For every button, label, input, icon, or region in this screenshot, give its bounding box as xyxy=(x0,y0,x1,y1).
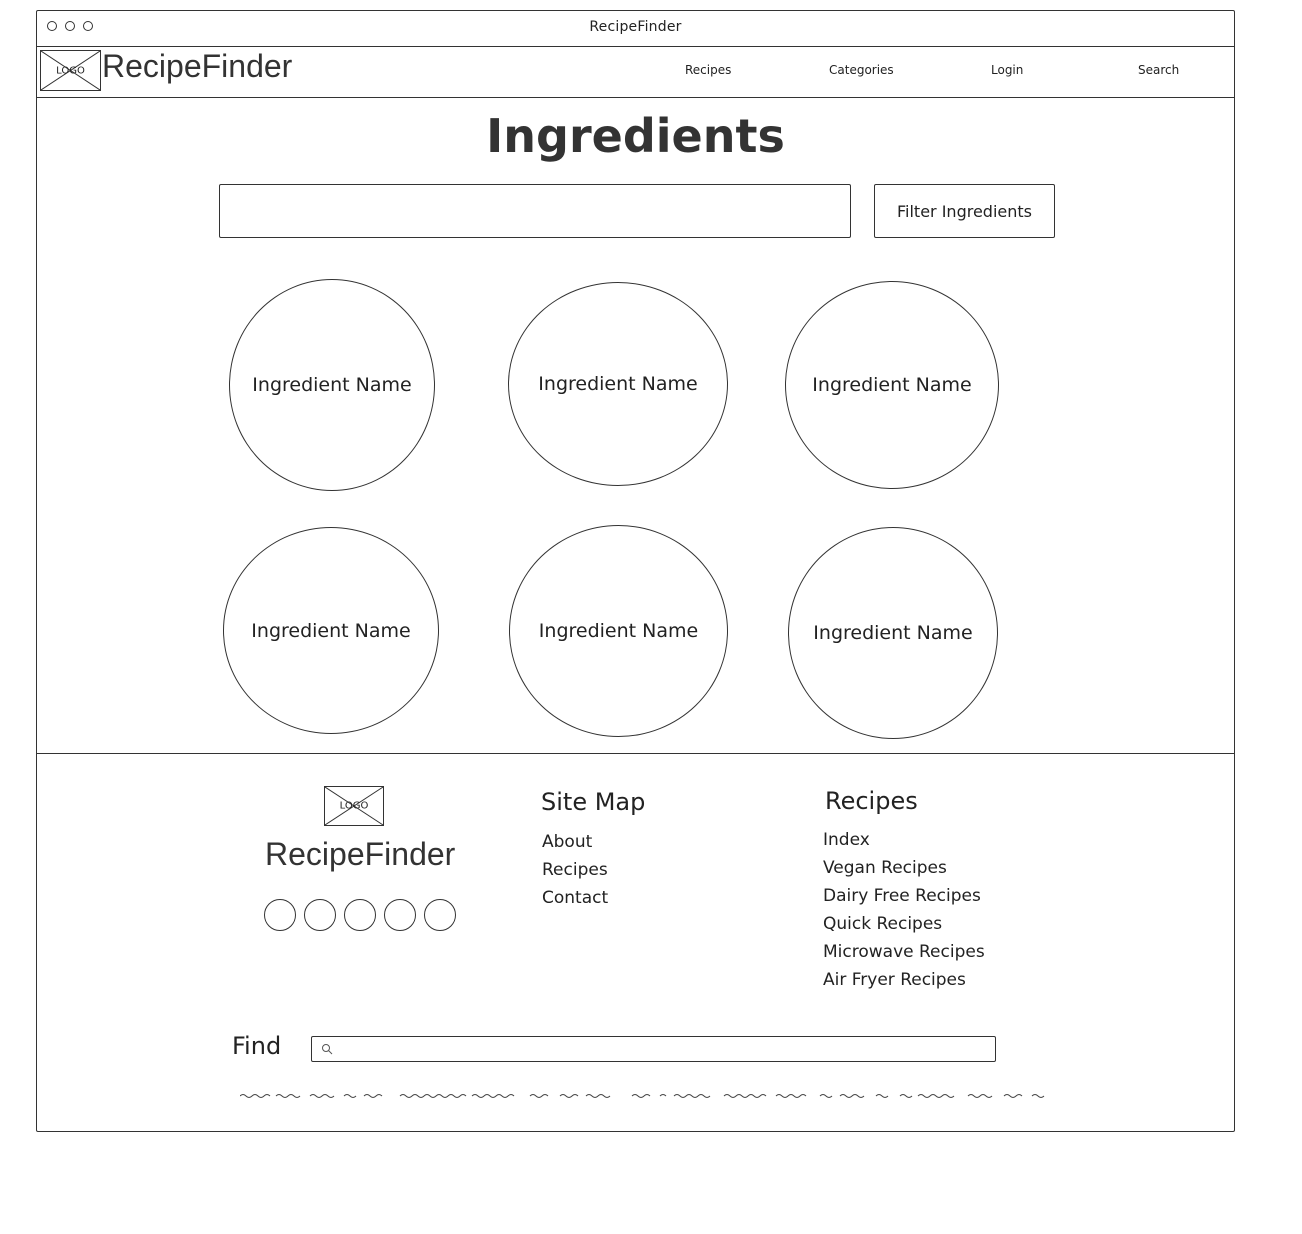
ingredient-card[interactable]: Ingredient Name xyxy=(229,279,435,491)
site-map-link-recipes[interactable]: Recipes xyxy=(542,856,608,884)
footer-logo-text: LOGO xyxy=(339,800,369,812)
title-bar: RecipeFinder xyxy=(37,11,1234,47)
site-map-link-contact[interactable]: Contact xyxy=(542,884,608,912)
find-input[interactable] xyxy=(311,1036,996,1062)
social-icons xyxy=(264,899,456,931)
filter-input[interactable] xyxy=(219,184,851,238)
site-map-heading: Site Map xyxy=(541,788,646,816)
site-map-link-about[interactable]: About xyxy=(542,828,608,856)
browser-window: RecipeFinder LOGO RecipeFinder Recipes C… xyxy=(36,10,1235,1132)
ingredient-card[interactable]: Ingredient Name xyxy=(223,527,439,734)
nav-link-recipes[interactable]: Recipes xyxy=(685,63,731,77)
logo-text: LOGO xyxy=(56,65,85,76)
footer-brand-name: RecipeFinder xyxy=(265,836,456,872)
recipes-link-index[interactable]: Index xyxy=(823,826,985,854)
nav-link-login[interactable]: Login xyxy=(991,63,1023,77)
nav-link-search[interactable]: Search xyxy=(1138,63,1179,77)
social-icon[interactable] xyxy=(384,899,416,931)
logo-placeholder[interactable]: LOGO xyxy=(40,50,101,91)
recipes-link-microwave[interactable]: Microwave Recipes xyxy=(823,938,985,966)
recipes-link-vegan[interactable]: Vegan Recipes xyxy=(823,854,985,882)
ingredient-card[interactable]: Ingredient Name xyxy=(509,525,728,737)
brand-name[interactable]: RecipeFinder xyxy=(102,48,292,85)
ingredient-card[interactable]: Ingredient Name xyxy=(508,282,728,486)
social-icon[interactable] xyxy=(304,899,336,931)
find-label: Find xyxy=(232,1032,282,1060)
window-title: RecipeFinder xyxy=(589,19,682,35)
filter-ingredients-button[interactable]: Filter Ingredients xyxy=(874,184,1055,238)
footer-logo-placeholder[interactable]: LOGO xyxy=(324,786,384,826)
footer-placeholder-text xyxy=(240,1094,1045,1098)
search-icon xyxy=(322,1044,333,1055)
recipes-link-air-fryer[interactable]: Air Fryer Recipes xyxy=(823,966,985,994)
nav-link-categories[interactable]: Categories xyxy=(829,63,894,77)
social-icon[interactable] xyxy=(264,899,296,931)
ingredient-card[interactable]: Ingredient Name xyxy=(785,281,999,489)
recipes-link-quick[interactable]: Quick Recipes xyxy=(823,910,985,938)
recipes-list: Index Vegan Recipes Dairy Free Recipes Q… xyxy=(823,826,985,994)
social-icon[interactable] xyxy=(424,899,456,931)
site-map-list: About Recipes Contact xyxy=(542,828,608,912)
footer: LOGO RecipeFinder Site Map About Recipes… xyxy=(37,753,1234,1131)
ingredient-card[interactable]: Ingredient Name xyxy=(788,527,998,739)
recipes-link-dairy-free[interactable]: Dairy Free Recipes xyxy=(823,882,985,910)
recipes-heading: Recipes xyxy=(825,787,918,815)
navbar: LOGO RecipeFinder Recipes Categories Log… xyxy=(37,46,1234,98)
page-title: Ingredients xyxy=(486,109,785,163)
social-icon[interactable] xyxy=(344,899,376,931)
